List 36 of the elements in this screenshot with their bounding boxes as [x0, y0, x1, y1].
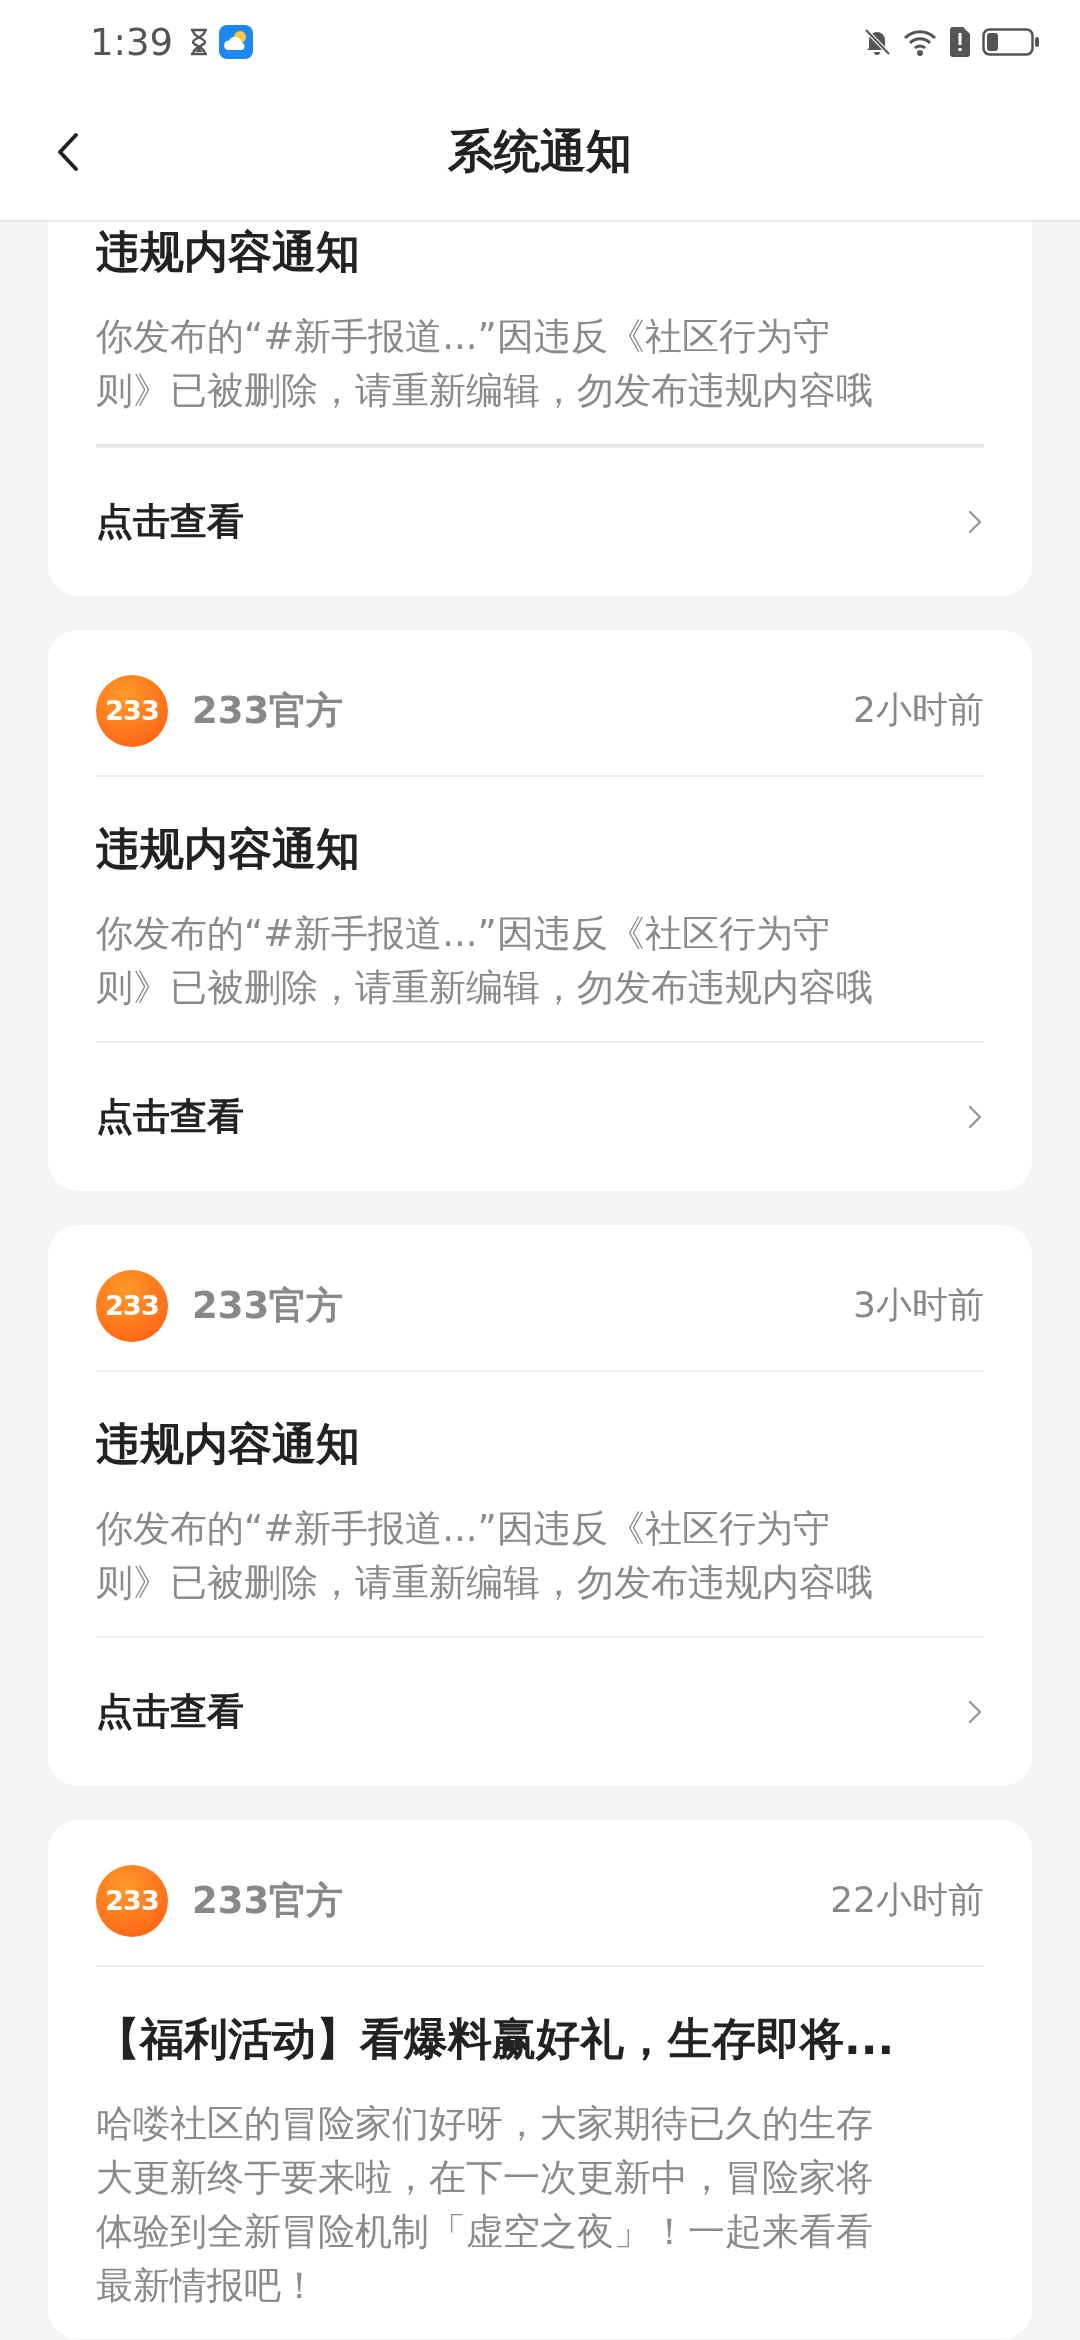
- notification-title: 违规内容通知: [96, 822, 361, 876]
- muted-bell-icon: [862, 27, 892, 57]
- sender-name: 233官方: [192, 1282, 344, 1329]
- notification-text: 你发布的“#新手报道...”因违反《社区行为守则》已被删除，请重新编辑，勿发布违规内容哦: [96, 314, 874, 414]
- weather-app-icon: [219, 25, 254, 59]
- view-link[interactable]: 点击查看: [96, 497, 244, 547]
- notification-card[interactable]: 违规内容通知 你发布的“#新手报道...”因违反《社区行为守则》已被删除，请重新编辑，勿发布违规内容哦 点击查看: [48, 222, 1032, 596]
- battery-icon: [982, 27, 1040, 57]
- notification-text: 你发布的“#新手报道...”因违反《社区行为守则》已被删除，请重新编辑，勿发布违规内容哦: [96, 1506, 874, 1606]
- notification-time: 2小时前: [853, 688, 984, 732]
- notification-title: 违规内容通知: [96, 1417, 361, 1471]
- sender-name: 233官方: [192, 1877, 344, 1924]
- sender-name: 233官方: [192, 687, 344, 734]
- chevron-right-icon: [968, 1105, 982, 1129]
- chevron-right-icon: [968, 1700, 982, 1724]
- sim-alert-icon: [948, 26, 972, 58]
- notification-card[interactable]: 233 233官方 2小时前 违规内容通知 你发布的“#新手报道...”因违反《社区行为守则》已被删除，请重新编辑，勿发布违规内容哦 点击查看: [48, 630, 1032, 1191]
- notification-time: 22小时前: [830, 1878, 984, 1922]
- hourglass-icon: [189, 28, 210, 56]
- notification-title: 【福利活动】看爆料赢好礼，生存即将...: [96, 2012, 896, 2066]
- notification-card[interactable]: 233 233官方 3小时前 违规内容通知 你发布的“#新手报道...”因违反《社区行为守则》已被删除，请重新编辑，勿发布违规内容哦 点击查看: [48, 1225, 1032, 1786]
- notification-text: 你发布的“#新手报道...”因违反《社区行为守则》已被删除，请重新编辑，勿发布违规内容哦: [96, 911, 874, 1011]
- notification-time: 3小时前: [853, 1283, 984, 1327]
- notification-card[interactable]: 233 233官方 22小时前 【福利活动】看爆料赢好礼，生存即将... 哈喽社区的冒险家们好呀，大家期待已久的生存大更新终于要来啦，在下一次更新中，冒险家将体验到全新冒险机制「虚空之夜」！一起来看看最新情报吧！: [48, 1820, 1032, 2339]
- view-link[interactable]: 点击查看: [96, 1092, 244, 1142]
- page-title: 系统通知: [448, 123, 632, 180]
- notification-title: 违规内容通知: [96, 225, 361, 279]
- avatar: 233: [96, 1269, 168, 1342]
- status-time: 1:39: [90, 20, 174, 64]
- back-icon[interactable]: [56, 132, 80, 172]
- notification-text: 哈喽社区的冒险家们好呀，大家期待已久的生存大更新终于要来啦，在下一次更新中，冒险家将体验到全新冒险机制「虚空之夜」！一起来看看最新情报吧！: [96, 2101, 874, 2309]
- view-link[interactable]: 点击查看: [96, 1687, 244, 1737]
- avatar: 233: [96, 674, 168, 747]
- chevron-right-icon: [968, 510, 982, 534]
- wifi-icon: [902, 27, 938, 57]
- avatar: 233: [96, 1864, 168, 1937]
